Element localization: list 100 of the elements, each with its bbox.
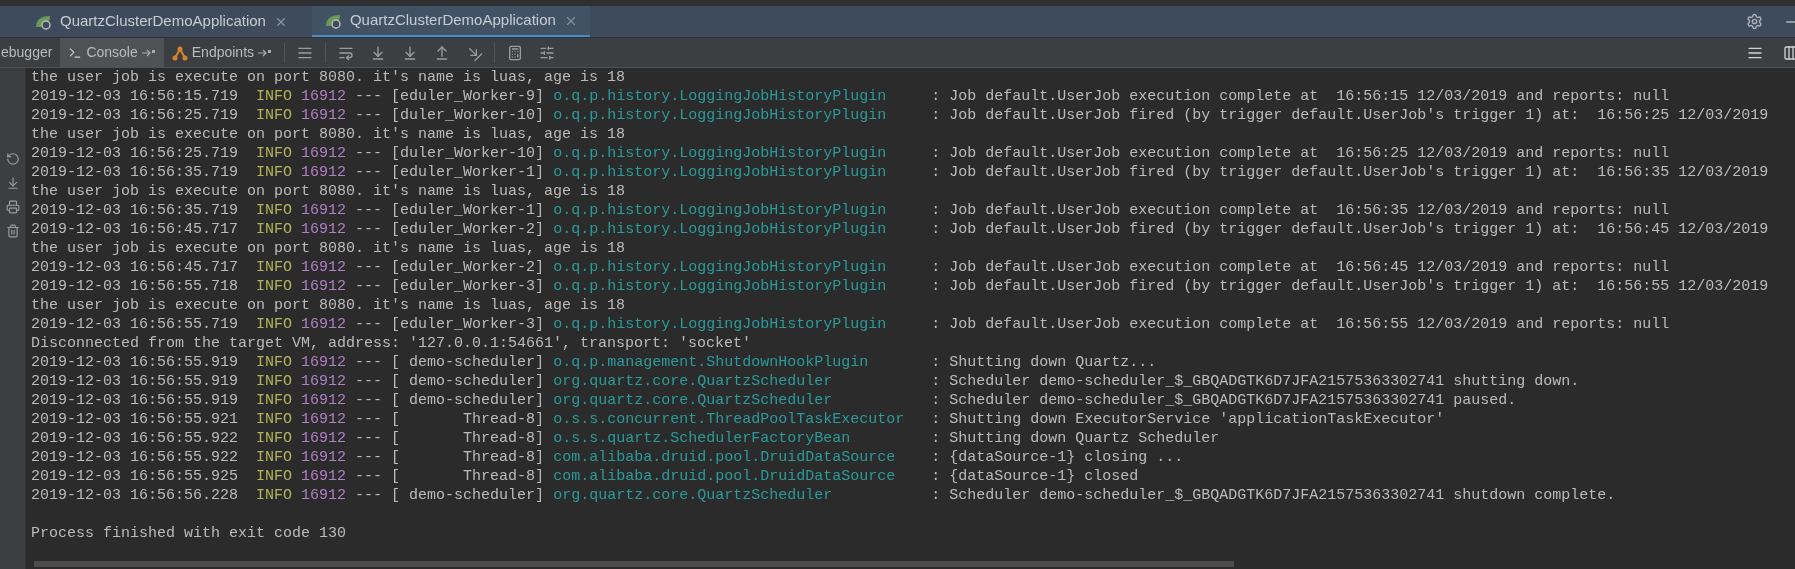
console-line: the user job is execute on port 8080. it's name is luas, age is 18 [31, 126, 626, 143]
process-id: 16912 [301, 221, 347, 238]
console-icon [68, 45, 83, 60]
logger-name: org.quartz.core.QuartzScheduler [553, 373, 833, 390]
thread-name: [eduler_Worker-1] [391, 202, 545, 219]
log-timestamp: 2019-12-03 16:56:55.719 [31, 316, 239, 333]
log-message: : {dataSource-1} closing ... [931, 449, 1184, 466]
leaf-icon [323, 12, 342, 29]
process-id: 16912 [301, 373, 347, 390]
thread-name: [duler_Worker-10] [391, 145, 545, 162]
console-line: Disconnected from the target VM, address: '127.0.0.1:54661', transport: 'socket' [31, 335, 752, 352]
logger-name: o.q.p.management.ShutdownHookPlugin [553, 354, 869, 371]
log-message: : Job default.UserJob execution complete at 16:56:25 12/03/2019 and reports: null [931, 145, 1670, 162]
log-level: INFO [256, 164, 293, 181]
logger-name: o.q.p.history.LoggingJobHistoryPlugin [553, 316, 887, 333]
log-level: INFO [256, 354, 293, 371]
log-level: INFO [256, 411, 293, 428]
log-message: : Job default.UserJob execution complete at 16:56:15 12/03/2019 and reports: null [931, 88, 1670, 105]
log-separator: --- [355, 430, 383, 447]
log-timestamp: 2019-12-03 16:56:35.719 [31, 164, 239, 181]
log-timestamp: 2019-12-03 16:56:35.719 [31, 202, 239, 219]
log-level: INFO [256, 316, 293, 333]
log-level: INFO [256, 221, 293, 238]
log-level: INFO [256, 278, 293, 295]
log-timestamp: 2019-12-03 16:56:45.717 [31, 221, 239, 238]
log-message: : Job default.UserJob fired (by trigger default.UserJob's trigger 1) at: 16:56:45 12/03/2019 [931, 221, 1769, 238]
console-line: the user job is execute on port 8080. it's name is luas, age is 18 [31, 297, 626, 314]
log-message: : Shutting down Quartz Scheduler [931, 430, 1220, 447]
run-tab[interactable]: QuartzClusterDemoApplication [311, 6, 590, 37]
process-id: 16912 [301, 430, 347, 447]
process-id: 16912 [301, 316, 347, 333]
nodes-icon [171, 44, 188, 61]
thread-name: [eduler_Worker-2] [391, 259, 545, 276]
process-id: 16912 [301, 468, 347, 485]
thread-name: [eduler_Worker-9] [391, 88, 545, 105]
log-level: INFO [256, 449, 293, 466]
log-level: INFO [256, 202, 293, 219]
process-id: 16912 [301, 278, 347, 295]
process-id: 16912 [301, 88, 347, 105]
log-timestamp: 2019-12-03 16:56:25.719 [31, 145, 239, 162]
tool-tab[interactable]: Console [60, 38, 164, 67]
log-timestamp: 2019-12-03 16:56:55.921 [31, 411, 239, 428]
log-level: INFO [256, 373, 293, 390]
thread-name: [ demo-scheduler] [391, 392, 545, 409]
log-separator: --- [355, 354, 383, 371]
sliders-icon[interactable] [539, 44, 556, 61]
log-message: : Scheduler demo-scheduler_$_GBQADGTK6D7JFA21575363302741 paused. [931, 392, 1517, 409]
log-message: : Job default.UserJob execution complete at 16:56:35 12/03/2019 and reports: null [931, 202, 1670, 219]
process-id: 16912 [301, 164, 347, 181]
log-timestamp: 2019-12-03 16:56:55.919 [31, 373, 239, 390]
log-message: : Job default.UserJob execution complete at 16:56:45 12/03/2019 and reports: null [931, 259, 1670, 276]
log-timestamp: 2019-12-03 16:56:55.925 [31, 468, 239, 485]
process-id: 16912 [301, 259, 347, 276]
tool-tab[interactable]: Endpoints [163, 38, 281, 67]
process-id: 16912 [301, 145, 347, 162]
log-message: : Job default.UserJob fired (by trigger default.UserJob's trigger 1) at: 16:56:55 12/03/2019 [931, 278, 1769, 295]
logger-name: o.q.p.history.LoggingJobHistoryPlugin [553, 145, 887, 162]
logger-name: o.q.p.history.LoggingJobHistoryPlugin [553, 221, 887, 238]
settings-icon[interactable] [1746, 13, 1763, 30]
log-separator: --- [355, 202, 383, 219]
log-timestamp: 2019-12-03 16:56:55.922 [31, 449, 239, 466]
logger-name: com.alibaba.druid.pool.DruidDataSource [553, 468, 896, 485]
columns-icon[interactable] [1783, 44, 1795, 61]
thread-name: [ Thread-8] [391, 449, 545, 466]
trash-icon[interactable] [5, 224, 20, 238]
scroll-to-end-icon[interactable] [5, 176, 20, 190]
process-id: 16912 [301, 487, 347, 504]
log-message: : Scheduler demo-scheduler_$_GBQADGTK6D7JFA21575363302741 shutting down. [931, 373, 1580, 390]
log-separator: --- [355, 88, 383, 105]
thread-name: [ Thread-8] [391, 468, 545, 485]
log-separator: --- [355, 392, 383, 409]
log-timestamp: 2019-12-03 16:56:25.719 [31, 107, 239, 124]
log-separator: --- [355, 373, 383, 390]
print-icon[interactable] [5, 200, 20, 214]
calculator-icon[interactable] [507, 44, 524, 61]
console-line: the user job is execute on port 8080. it's name is luas, age is 18 [31, 69, 626, 86]
logger-name: o.q.p.history.LoggingJobHistoryPlugin [553, 107, 887, 124]
thread-name: [ Thread-8] [391, 430, 545, 447]
log-separator: --- [355, 164, 383, 181]
log-separator: --- [355, 468, 383, 485]
process-id: 16912 [301, 202, 347, 219]
log-level: INFO [256, 392, 293, 409]
log-level: INFO [256, 430, 293, 447]
log-level: INFO [256, 88, 293, 105]
logger-name: o.s.s.quartz.SchedulerFactoryBean [553, 430, 851, 447]
rerun-icon[interactable] [5, 152, 20, 166]
logger-name: o.q.p.history.LoggingJobHistoryPlugin [553, 278, 887, 295]
log-message: : Scheduler demo-scheduler_$_GBQADGTK6D7JFA21575363302741 shutdown complete. [931, 487, 1616, 504]
log-message: : Shutting down Quartz... [931, 354, 1157, 371]
scrollbar[interactable] [34, 561, 1234, 567]
thread-name: [eduler_Worker-1] [391, 164, 545, 181]
log-message: : Job default.UserJob fired (by trigger default.UserJob's trigger 1) at: 16:56:35 12/03/2019 [931, 164, 1769, 181]
process-id: 16912 [301, 449, 347, 466]
log-timestamp: 2019-12-03 16:56:56.228 [31, 487, 239, 504]
log-separator: --- [355, 221, 383, 238]
logger-name: o.q.p.history.LoggingJobHistoryPlugin [553, 164, 887, 181]
log-level: INFO [256, 259, 293, 276]
tool-tab[interactable]: ebugger [0, 38, 61, 67]
log-separator: --- [355, 449, 383, 466]
log-timestamp: 2019-12-03 16:56:55.919 [31, 354, 239, 371]
